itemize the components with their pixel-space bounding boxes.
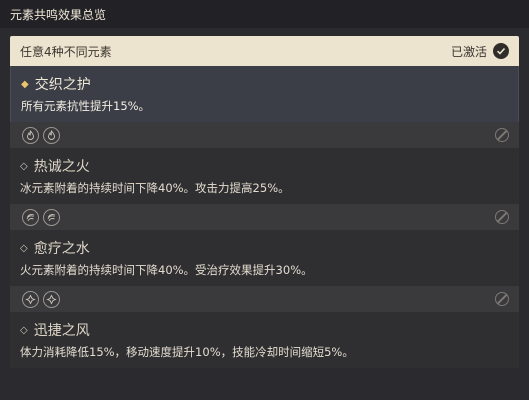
resonance-description: 火元素附着的持续时间下降40%。受治疗效果提升30%。 — [20, 263, 313, 277]
active-status: 已激活 — [451, 43, 509, 60]
resonance-overview-window: 元素共鸣效果总览 任意4种不同元素 已激活 ◆ 交织之护 所有元素抗性提升15%… — [0, 0, 529, 400]
resonance-effect-anemo: ◇ 迅捷之风 体力消耗降低15%，移动速度提升10%，技能冷却时间缩短5%。 — [10, 312, 519, 368]
resonance-description: 体力消耗降低15%，移动速度提升10%，技能冷却时间缩短5%。 — [20, 345, 354, 359]
resonance-description: 冰元素附着的持续时间下降40%。攻击力提高25%。 — [20, 181, 290, 195]
anemo-icon — [22, 290, 39, 308]
resonance-name: 愈疗之水 — [33, 241, 90, 257]
diamond-outline-icon: ◇ — [20, 324, 28, 336]
hydro-icon — [22, 208, 39, 226]
check-icon — [493, 43, 509, 59]
resonance-name: 迅捷之风 — [33, 323, 90, 339]
active-effect: ◆ 交织之护 所有元素抗性提升15%。 — [10, 66, 519, 122]
active-effect-name: 交织之护 — [34, 77, 91, 93]
inactive-icon — [495, 128, 509, 142]
active-status-label: 已激活 — [450, 44, 487, 59]
hydro-icon — [43, 208, 60, 226]
pyro-icon — [22, 126, 39, 144]
active-group-header: 任意4种不同元素 已激活 — [10, 36, 519, 66]
resonance-panel[interactable]: 任意4种不同元素 已激活 ◆ 交织之护 所有元素抗性提升15%。 ◇ 热诚之火 … — [10, 36, 519, 400]
resonance-icon-row-pyro — [10, 122, 519, 148]
inactive-icon — [495, 292, 509, 306]
inactive-icon — [495, 210, 509, 224]
active-effect-description: 所有元素抗性提升15%。 — [21, 99, 151, 113]
resonance-name: 热诚之火 — [33, 159, 90, 175]
resonance-effect-pyro: ◇ 热诚之火 冰元素附着的持续时间下降40%。攻击力提高25%。 — [10, 148, 519, 204]
resonance-effect-hydro: ◇ 愈疗之水 火元素附着的持续时间下降40%。受治疗效果提升30%。 — [10, 230, 519, 286]
resonance-icon-row-hydro — [10, 204, 519, 230]
diamond-outline-icon: ◇ — [20, 242, 28, 254]
active-condition: 任意4种不同元素 — [20, 44, 112, 59]
pyro-icon — [43, 126, 60, 144]
resonance-icon-row-anemo — [10, 286, 519, 312]
anemo-icon — [43, 290, 60, 308]
diamond-icon: ◆ — [21, 78, 29, 90]
diamond-outline-icon: ◇ — [20, 160, 28, 172]
window-title: 元素共鸣效果总览 — [0, 0, 529, 28]
